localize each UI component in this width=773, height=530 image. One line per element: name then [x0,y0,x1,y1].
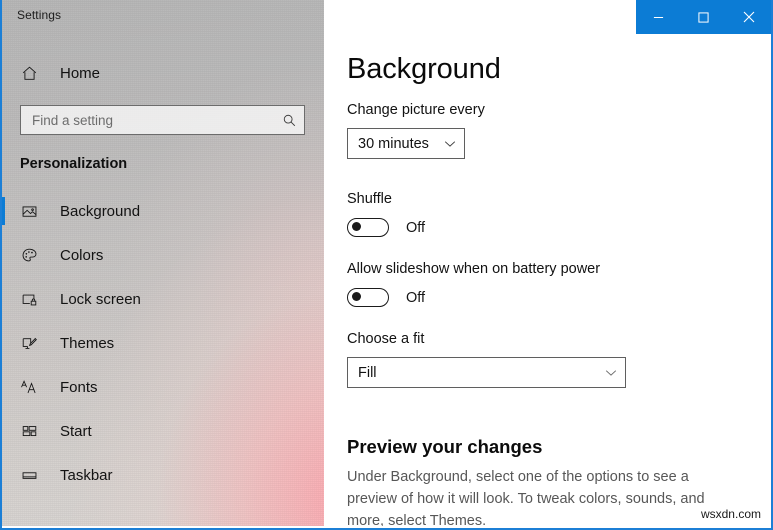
search-box[interactable] [20,105,305,135]
change-picture-dropdown[interactable]: 30 minutes [347,128,465,159]
sidebar-item-lock-screen[interactable]: Lock screen [2,284,324,314]
sidebar-item-label: Fonts [60,378,98,396]
caption-buttons [636,0,771,34]
shuffle-label: Shuffle [347,191,392,207]
window-title: Settings [17,8,62,22]
battery-slideshow-toggle[interactable] [347,288,389,307]
sidebar-item-label: Taskbar [60,466,113,484]
start-icon [10,423,48,440]
palette-icon [10,247,48,264]
search-input[interactable] [21,106,274,134]
selection-indicator [2,197,5,225]
sidebar-item-home[interactable]: Home [2,58,324,88]
home-icon [10,65,48,82]
selection-indicator [2,329,5,357]
sidebar-item-themes[interactable]: Themes [2,328,324,358]
battery-slideshow-label: Allow slideshow when on battery power [347,261,601,277]
maximize-button[interactable] [681,0,726,34]
chevron-down-icon [436,140,464,148]
toggle-knob [352,222,361,232]
close-button[interactable] [726,0,771,34]
battery-slideshow-toggle-row[interactable]: Off [347,288,425,307]
sidebar: Home Personalization [2,0,324,526]
toggle-knob [352,292,361,302]
sidebar-item-fonts[interactable]: Fonts [2,372,324,402]
picture-icon [10,203,48,220]
taskbar-icon [10,467,48,484]
preview-heading: Preview your changes [347,436,543,457]
sidebar-nav-list: Background Colors Lock screen Themes Fon… [2,196,324,504]
page-title: Background [347,53,501,85]
change-picture-label: Change picture every [347,102,485,118]
sidebar-category-heading: Personalization [20,156,128,172]
shuffle-toggle[interactable] [347,218,389,237]
sidebar-item-label: Colors [60,246,104,264]
watermark: wsxdn.com [698,506,763,522]
fonts-icon [10,379,48,396]
choose-fit-dropdown[interactable]: Fill [347,357,626,388]
sidebar-home-label: Home [60,64,101,82]
selection-indicator [2,461,5,489]
sidebar-item-label: Start [60,422,92,440]
sidebar-item-label: Background [60,202,141,220]
sidebar-item-colors[interactable]: Colors [2,240,324,270]
search-icon[interactable] [274,113,304,128]
shuffle-toggle-row[interactable]: Off [347,218,425,237]
lock-screen-icon [10,291,48,308]
brush-icon [10,335,48,352]
sidebar-item-background[interactable]: Background [2,196,324,226]
sidebar-item-label: Lock screen [60,290,141,308]
choose-fit-value: Fill [358,364,377,381]
chevron-down-icon [597,369,625,377]
selection-indicator [2,241,5,269]
sidebar-item-start[interactable]: Start [2,416,324,446]
selection-indicator [2,373,5,401]
main-content: Background Change picture every 30 minut… [324,0,771,526]
selection-indicator [2,417,5,445]
preview-description: Under Background, select one of the opti… [347,469,705,526]
choose-fit-label: Choose a fit [347,331,425,347]
shuffle-state-label: Off [406,219,426,236]
sidebar-item-taskbar[interactable]: Taskbar [2,460,324,490]
sidebar-item-label: Themes [60,334,115,352]
settings-window: Home Personalization [0,0,773,530]
battery-slideshow-state-label: Off [406,289,426,306]
selection-indicator [2,285,5,313]
minimize-button[interactable] [636,0,681,34]
change-picture-value: 30 minutes [358,135,429,152]
